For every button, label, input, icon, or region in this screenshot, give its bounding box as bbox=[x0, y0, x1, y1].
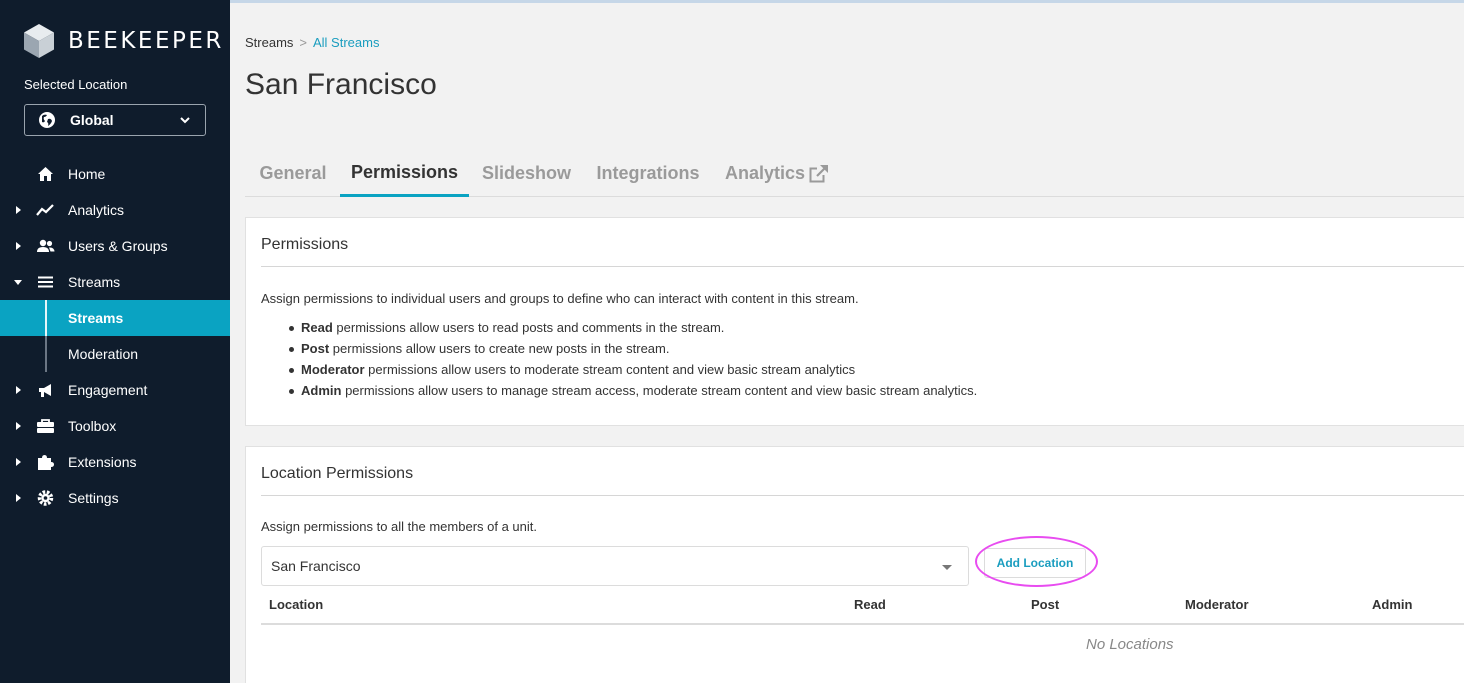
list-item: Moderator permissions allow users to mod… bbox=[261, 362, 977, 383]
sidebar-subitem-label: Streams bbox=[68, 310, 124, 326]
gear-icon bbox=[37, 490, 54, 506]
tab-slideshow[interactable]: Slideshow bbox=[469, 150, 584, 197]
location-dropdown[interactable]: Global bbox=[24, 104, 206, 136]
permission-text: permissions allow users to create new po… bbox=[329, 341, 670, 356]
permissions-list: Read permissions allow users to read pos… bbox=[261, 320, 977, 404]
breadcrumb-link-all-streams[interactable]: All Streams bbox=[313, 35, 379, 50]
sidebar-item-label: Users & Groups bbox=[68, 238, 168, 254]
tab-bar: General Permissions Slideshow Integratio… bbox=[245, 150, 1464, 197]
caret-right-icon bbox=[16, 494, 21, 502]
megaphone-icon bbox=[39, 384, 51, 397]
sidebar-item-label: Extensions bbox=[68, 454, 137, 470]
toolbox-icon bbox=[37, 419, 54, 433]
home-icon bbox=[38, 167, 53, 181]
list-icon bbox=[38, 276, 53, 288]
breadcrumb: Streams > All Streams bbox=[245, 35, 379, 50]
permission-text: permissions allow users to moderate stre… bbox=[364, 362, 856, 377]
empty-state-text: No Locations bbox=[1086, 636, 1174, 653]
sidebar-item-label: Analytics bbox=[68, 202, 125, 218]
sidebar-item-analytics[interactable]: Analytics bbox=[0, 192, 230, 228]
sidebar-item-streams[interactable]: Streams bbox=[0, 264, 230, 300]
sidebar-item-toolbox[interactable]: Toolbox bbox=[0, 408, 230, 444]
sidebar-nav: Home Analytics Users & Groups Streams St… bbox=[0, 156, 230, 516]
divider bbox=[261, 495, 1464, 496]
permission-term: Read bbox=[301, 320, 333, 335]
brand-name: BEEKEEPER bbox=[68, 28, 224, 54]
tab-label: Slideshow bbox=[481, 163, 571, 183]
sidebar-item-users-groups[interactable]: Users & Groups bbox=[0, 228, 230, 264]
selected-location-label: Selected Location bbox=[24, 77, 128, 92]
tab-label: General bbox=[259, 163, 327, 183]
sidebar-subitem-moderation[interactable]: Moderation bbox=[0, 336, 230, 372]
table-header: Location Read Post Moderator Admin bbox=[261, 597, 1464, 625]
sidebar-item-extensions[interactable]: Extensions bbox=[0, 444, 230, 480]
list-item: Admin permissions allow users to manage … bbox=[261, 383, 977, 404]
sidebar-item-label: Engagement bbox=[68, 382, 148, 398]
caret-right-icon bbox=[16, 422, 21, 430]
brand-logo[interactable]: BEEKEEPER bbox=[24, 24, 224, 58]
caret-down-icon bbox=[942, 565, 952, 570]
tab-label: Analytics bbox=[724, 163, 806, 183]
external-link-icon bbox=[809, 164, 830, 183]
sidebar-item-label: Streams bbox=[68, 274, 121, 290]
chevron-down-icon bbox=[180, 117, 190, 124]
globe-icon bbox=[39, 112, 55, 128]
sidebar-item-engagement[interactable]: Engagement bbox=[0, 372, 230, 408]
list-item: Read permissions allow users to read pos… bbox=[261, 320, 977, 341]
caret-right-icon bbox=[16, 458, 21, 466]
puzzle-icon bbox=[38, 455, 54, 470]
permission-text: permissions allow users to read posts an… bbox=[332, 320, 725, 335]
caret-right-icon bbox=[16, 206, 21, 214]
sidebar-item-home[interactable]: Home bbox=[0, 156, 230, 192]
location-panel-title: Location Permissions bbox=[261, 465, 414, 482]
location-select-value: San Francisco bbox=[271, 558, 361, 574]
list-item: Post permissions allow users to create n… bbox=[261, 341, 977, 362]
tab-integrations[interactable]: Integrations bbox=[584, 150, 712, 197]
beekeeper-logo-icon bbox=[24, 24, 54, 58]
permission-term: Moderator bbox=[301, 362, 365, 377]
top-border bbox=[230, 0, 1464, 3]
permission-text: permissions allow users to manage stream… bbox=[341, 383, 978, 398]
sidebar: BEEKEEPER Selected Location Global Home … bbox=[0, 0, 230, 683]
annotation-highlight-ring bbox=[975, 536, 1098, 587]
tab-label: Permissions bbox=[350, 161, 459, 182]
caret-right-icon bbox=[16, 242, 21, 250]
tab-general[interactable]: General bbox=[245, 150, 341, 197]
location-description: Assign permissions to all the members of… bbox=[261, 519, 538, 534]
permissions-description: Assign permissions to individual users a… bbox=[261, 291, 859, 306]
column-header-post[interactable]: Post bbox=[1031, 597, 1059, 612]
permission-term: Post bbox=[301, 341, 330, 356]
column-header-moderator[interactable]: Moderator bbox=[1185, 597, 1249, 612]
breadcrumb-root: Streams bbox=[245, 35, 294, 50]
sidebar-subitem-label: Moderation bbox=[68, 346, 139, 362]
divider bbox=[261, 266, 1464, 267]
permissions-panel: Permissions Assign permissions to indivi… bbox=[245, 217, 1464, 426]
page-title: San Francisco bbox=[245, 68, 437, 101]
chart-line-icon bbox=[36, 204, 54, 216]
permissions-panel-title: Permissions bbox=[261, 236, 349, 253]
subnav-line bbox=[45, 336, 47, 372]
sidebar-item-label: Toolbox bbox=[68, 418, 117, 434]
column-header-read[interactable]: Read bbox=[854, 597, 886, 612]
location-permissions-panel: Location Permissions Assign permissions … bbox=[245, 446, 1464, 683]
column-header-admin[interactable]: Admin bbox=[1372, 597, 1412, 612]
breadcrumb-separator: > bbox=[299, 35, 307, 50]
sidebar-item-label: Settings bbox=[68, 490, 119, 506]
column-header-location[interactable]: Location bbox=[269, 597, 323, 612]
sidebar-item-label: Home bbox=[68, 166, 106, 182]
permission-term: Admin bbox=[301, 383, 342, 398]
sidebar-item-settings[interactable]: Settings bbox=[0, 480, 230, 516]
location-dropdown-value: Global bbox=[70, 112, 114, 128]
tab-analytics[interactable]: Analytics bbox=[718, 150, 836, 197]
location-select[interactable]: San Francisco bbox=[261, 546, 969, 586]
subnav-line bbox=[45, 300, 47, 336]
caret-right-icon bbox=[16, 386, 21, 394]
caret-down-icon bbox=[14, 280, 22, 285]
sidebar-subitem-streams[interactable]: Streams bbox=[0, 300, 230, 336]
users-icon bbox=[37, 239, 55, 252]
tab-permissions[interactable]: Permissions bbox=[340, 150, 469, 197]
tab-label: Integrations bbox=[596, 163, 700, 183]
